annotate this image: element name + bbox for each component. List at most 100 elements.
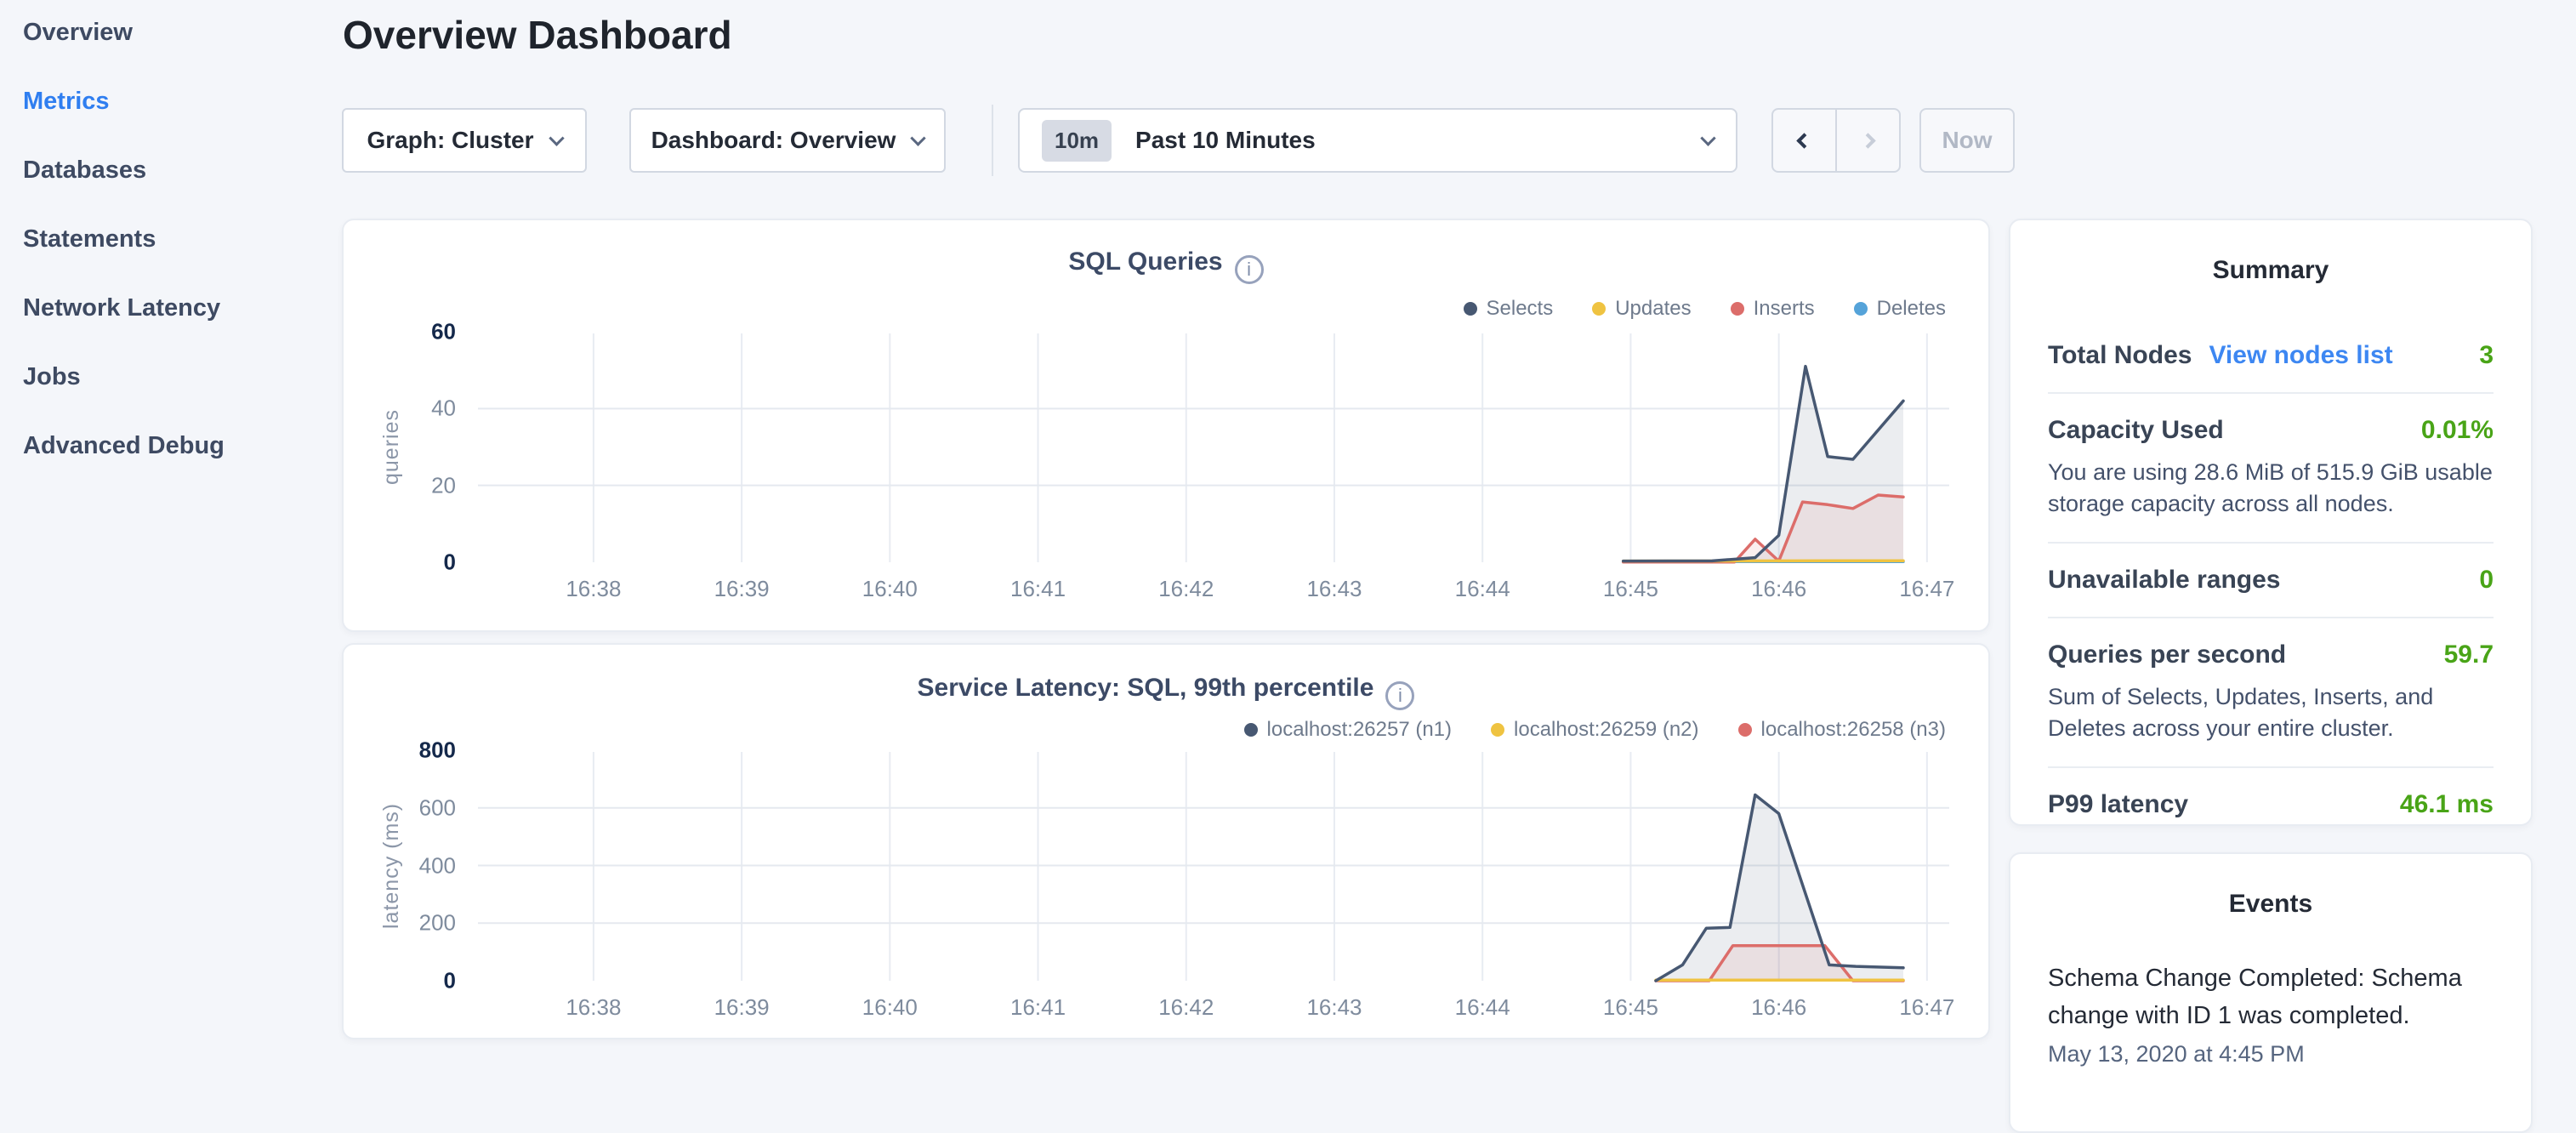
x-tick-label: 16:46 <box>1751 576 1806 602</box>
y-tick-label: 0 <box>444 549 456 576</box>
legend-dot-icon <box>1854 302 1868 316</box>
summary-title: Summary <box>2048 256 2494 285</box>
legend-label: localhost:26257 (n1) <box>1267 718 1452 742</box>
sidebar-item-metrics[interactable]: Metrics <box>23 88 329 116</box>
chart-plot-area[interactable]: 16:3816:3916:4016:4116:4216:4316:4416:45… <box>478 332 1949 562</box>
x-tick-label: 16:44 <box>1455 576 1510 602</box>
dashboard-dropdown-label: Dashboard: Overview <box>651 127 896 154</box>
step-back-button[interactable] <box>1773 110 1837 171</box>
sidebar-item-jobs[interactable]: Jobs <box>23 363 329 391</box>
info-icon[interactable]: i <box>1385 681 1414 710</box>
summary-row-unavailable-ranges: Unavailable ranges 0 <box>2048 544 2494 618</box>
legend-label: Deletes <box>1877 297 1946 321</box>
x-tick-label: 16:41 <box>1010 994 1066 1021</box>
sidebar: Overview Metrics Databases Statements Ne… <box>23 19 329 501</box>
summary-row-value: 46.1 ms <box>2400 790 2494 819</box>
chart-title: SQL Queries i <box>344 248 1988 284</box>
chevron-down-icon <box>1700 130 1715 145</box>
x-tick-label: 16:39 <box>714 994 770 1021</box>
time-window-label: Past 10 Minutes <box>1135 127 1316 154</box>
summary-row-p99-latency: P99 latency 46.1 ms <box>2048 768 2494 841</box>
x-tick-label: 16:47 <box>1899 994 1954 1021</box>
x-tick-label: 16:47 <box>1899 576 1954 602</box>
legend-dot-icon <box>1491 723 1504 737</box>
x-tick-label: 16:39 <box>714 576 770 602</box>
x-tick-label: 16:41 <box>1010 576 1066 602</box>
legend-label: Inserts <box>1754 297 1815 321</box>
y-tick-label: 40 <box>431 396 456 422</box>
summary-row-queries-per-second: Queries per second 59.7 Sum of Selects, … <box>2048 618 2494 768</box>
chevron-left-icon <box>1796 133 1811 148</box>
sidebar-item-network-latency[interactable]: Network Latency <box>23 294 329 322</box>
chart-title-text: Service Latency: SQL, 99th percentile <box>918 674 1374 702</box>
x-tick-label: 16:40 <box>862 576 918 602</box>
y-tick-label: 200 <box>419 910 456 937</box>
y-tick-label: 600 <box>419 794 456 821</box>
summary-rows: Total Nodes View nodes list 3 Capacity U… <box>2048 319 2494 841</box>
summary-row-total-nodes: Total Nodes View nodes list 3 <box>2048 319 2494 394</box>
graph-dropdown-label: Graph: Cluster <box>367 127 533 154</box>
chevron-down-icon <box>911 130 926 145</box>
legend-item: localhost:26259 (n2) <box>1491 718 1698 742</box>
legend-dot-icon <box>1731 302 1744 316</box>
y-axis-ticks: 0200400600800 <box>344 750 469 981</box>
sidebar-item-overview[interactable]: Overview <box>23 19 329 47</box>
legend-item: Selects <box>1464 297 1554 321</box>
legend-dot-icon <box>1592 302 1606 316</box>
time-window-badge: 10m <box>1042 120 1112 162</box>
time-step-buttons <box>1771 108 1901 173</box>
summary-row-subtext: Sum of Selects, Updates, Inserts, and De… <box>2048 681 2494 744</box>
chart-card-2: Service Latency: SQL, 99th percentile i lo… <box>342 643 1990 1039</box>
x-tick-label: 16:40 <box>862 994 918 1021</box>
chart-canvas <box>478 750 1949 982</box>
graph-dropdown[interactable]: Graph: Cluster <box>342 108 587 173</box>
summary-row-value: 3 <box>2479 341 2494 370</box>
sidebar-item-advanced-debug[interactable]: Advanced Debug <box>23 432 329 460</box>
events-panel: Events Schema Change Completed: Schema c… <box>2009 852 2533 1133</box>
summary-row-value: 0.01% <box>2421 416 2494 445</box>
events-title: Events <box>2048 890 2494 919</box>
now-button[interactable]: Now <box>1919 108 2015 173</box>
legend-item: Inserts <box>1731 297 1815 321</box>
summary-row-value: 0 <box>2479 566 2494 595</box>
x-tick-label: 16:46 <box>1751 994 1806 1021</box>
x-tick-label: 16:44 <box>1455 994 1510 1021</box>
sidebar-item-databases[interactable]: Databases <box>23 157 329 185</box>
summary-row-capacity-used: Capacity Used 0.01% You are using 28.6 M… <box>2048 394 2494 544</box>
x-tick-label: 16:45 <box>1603 994 1658 1021</box>
dashboard-dropdown[interactable]: Dashboard: Overview <box>629 108 946 173</box>
chart-title-text: SQL Queries <box>1068 248 1222 276</box>
x-tick-label: 16:42 <box>1158 576 1214 602</box>
summary-row-value: 59.7 <box>2444 641 2494 669</box>
divider <box>992 105 993 176</box>
sidebar-item-statements[interactable]: Statements <box>23 225 329 253</box>
legend-dot-icon <box>1244 723 1258 737</box>
summary-panel: Summary Total Nodes View nodes list 3 Ca… <box>2009 219 2533 826</box>
legend-item: localhost:26257 (n1) <box>1244 718 1452 742</box>
summary-row-label: Unavailable ranges <box>2048 566 2280 595</box>
event-text: Schema Change Completed: Schema change w… <box>2048 959 2494 1034</box>
summary-row-label: P99 latency <box>2048 790 2188 819</box>
event-timestamp: May 13, 2020 at 4:45 PM <box>2048 1041 2494 1068</box>
legend-label: Updates <box>1615 297 1691 321</box>
time-window-selector[interactable]: 10m Past 10 Minutes <box>1018 108 1737 173</box>
chevron-right-icon <box>1860 133 1875 148</box>
chart-legend: localhost:26257 (n1) localhost:26259 (n2)… <box>1244 718 1946 742</box>
summary-row-label: Capacity Used <box>2048 416 2224 445</box>
x-tick-label: 16:45 <box>1603 576 1658 602</box>
x-tick-label: 16:38 <box>566 576 621 602</box>
step-forward-button[interactable] <box>1837 110 1899 171</box>
legend-item: Deletes <box>1854 297 1946 321</box>
legend-label: Selects <box>1487 297 1554 321</box>
y-tick-label: 60 <box>431 319 456 345</box>
info-icon[interactable]: i <box>1235 255 1264 284</box>
summary-row-label: Total Nodes <box>2048 341 2192 370</box>
chart-title: Service Latency: SQL, 99th percentile i <box>344 674 1988 710</box>
view-nodes-list-link[interactable]: View nodes list <box>2209 341 2392 370</box>
chart-canvas <box>478 332 1949 564</box>
chart-card-1: SQL Queries i Selects Updates Inserts Deletes… <box>342 219 1990 632</box>
chart-plot-area[interactable]: 16:3816:3916:4016:4116:4216:4316:4416:45… <box>478 750 1949 981</box>
x-tick-label: 16:43 <box>1306 994 1362 1021</box>
summary-row-label: Queries per second <box>2048 641 2286 669</box>
y-axis-ticks: 0204060 <box>344 332 469 562</box>
